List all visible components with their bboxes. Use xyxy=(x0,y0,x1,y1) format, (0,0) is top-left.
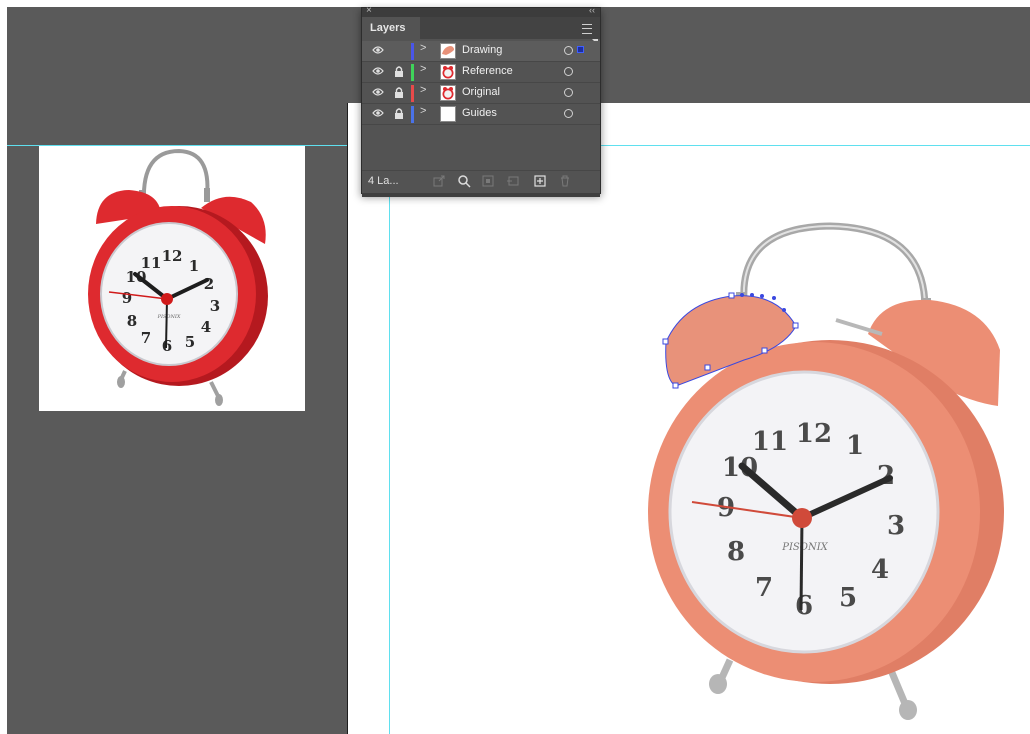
layers-panel[interactable]: × ‹‹ Layers > Drawing > Reference > Orig… xyxy=(361,5,601,197)
clock-thumbnail xyxy=(440,64,456,80)
layer-row-reference[interactable]: > Reference xyxy=(362,62,600,83)
drawn-bell-shape[interactable] xyxy=(658,290,804,390)
layer-color-bar xyxy=(411,85,414,102)
small-clock-brand: PISONIX xyxy=(157,314,181,320)
layer-name[interactable]: Reference xyxy=(462,65,513,77)
layer-color-bar xyxy=(411,106,414,123)
delete-icon[interactable] xyxy=(558,174,572,188)
clock-thumbnail xyxy=(440,85,456,101)
eye-icon[interactable] xyxy=(372,87,384,97)
panel-title-strip[interactable]: × ‹‹ xyxy=(362,5,600,17)
horizontal-guide-right[interactable] xyxy=(599,145,1030,146)
eye-icon[interactable] xyxy=(372,66,384,76)
small-dial-2: 2 xyxy=(204,275,214,293)
layer-row-original[interactable]: > Original xyxy=(362,83,600,104)
vertical-guide[interactable] xyxy=(389,192,390,734)
large-dial-7: 7 xyxy=(755,573,773,603)
chevron-right-icon[interactable]: > xyxy=(420,42,426,54)
layer-count: 4 La... xyxy=(368,175,399,187)
small-dial-8: 8 xyxy=(127,312,137,330)
chevron-right-icon[interactable]: > xyxy=(420,84,426,96)
panel-tab-bar: Layers xyxy=(362,17,600,39)
sublayer-icon[interactable] xyxy=(506,174,520,188)
large-dial-4: 4 xyxy=(871,555,889,585)
small-dial-7: 7 xyxy=(141,329,151,347)
lock-icon[interactable] xyxy=(393,107,405,120)
lock-icon[interactable] xyxy=(393,86,405,99)
large-dial-1: 1 xyxy=(846,431,864,461)
layer-name[interactable]: Drawing xyxy=(462,44,502,56)
target-circle-icon[interactable] xyxy=(564,67,573,76)
small-dial-1: 1 xyxy=(189,257,199,275)
close-icon[interactable]: × xyxy=(366,5,372,16)
eye-icon[interactable] xyxy=(372,45,384,55)
large-dial-11: 11 xyxy=(752,427,788,457)
large-dial-12: 12 xyxy=(796,419,832,449)
layer-row-guides[interactable]: > Guides xyxy=(362,104,600,125)
small-dial-12: 12 xyxy=(162,247,183,265)
small-clock-handle xyxy=(141,148,210,202)
target-circle-icon[interactable] xyxy=(564,88,573,97)
new-layer-icon[interactable] xyxy=(533,174,547,188)
small-dial-4: 4 xyxy=(201,318,211,336)
search-icon[interactable] xyxy=(457,174,471,188)
layer-name[interactable]: Original xyxy=(462,86,500,98)
layer-color-bar xyxy=(411,64,414,81)
collapse-icon[interactable]: ‹‹ xyxy=(589,5,595,15)
large-clock-brand: PISONIX xyxy=(781,542,828,553)
panel-footer: 4 La... xyxy=(362,170,600,193)
selection-square-icon[interactable] xyxy=(577,46,584,53)
layer-name[interactable]: Guides xyxy=(462,107,497,119)
target-circle-icon[interactable] xyxy=(564,46,573,55)
small-dial-5: 5 xyxy=(185,333,195,351)
panel-resize-grip[interactable] xyxy=(362,193,600,197)
blank-thumbnail xyxy=(440,106,456,122)
tab-layers[interactable]: Layers xyxy=(362,17,420,39)
export-icon[interactable] xyxy=(432,174,446,188)
clip-mask-icon[interactable] xyxy=(481,174,495,188)
artboard-left-edge xyxy=(347,103,348,734)
large-dial-3: 3 xyxy=(887,511,905,541)
small-dial-9: 9 xyxy=(122,289,132,307)
small-dial-11: 11 xyxy=(141,254,162,272)
large-dial-6: 6 xyxy=(795,591,813,621)
small-dial-3: 3 xyxy=(210,297,220,315)
large-dial-5: 5 xyxy=(839,583,857,613)
drawing-thumbnail xyxy=(440,43,456,59)
large-dial-2: 2 xyxy=(877,461,895,491)
layer-row-drawing[interactable]: > Drawing xyxy=(362,41,600,62)
layer-color-bar xyxy=(411,43,414,60)
chevron-right-icon[interactable]: > xyxy=(420,105,426,117)
panel-menu-icon[interactable] xyxy=(582,24,592,34)
small-clock-image: 12 1 2 3 4 5 6 7 8 9 10 11 PISONIX xyxy=(88,148,268,406)
target-circle-icon[interactable] xyxy=(564,109,573,118)
lock-icon[interactable] xyxy=(393,65,405,78)
chevron-right-icon[interactable]: > xyxy=(420,63,426,75)
large-dial-8: 8 xyxy=(727,537,745,567)
eye-icon[interactable] xyxy=(372,108,384,118)
